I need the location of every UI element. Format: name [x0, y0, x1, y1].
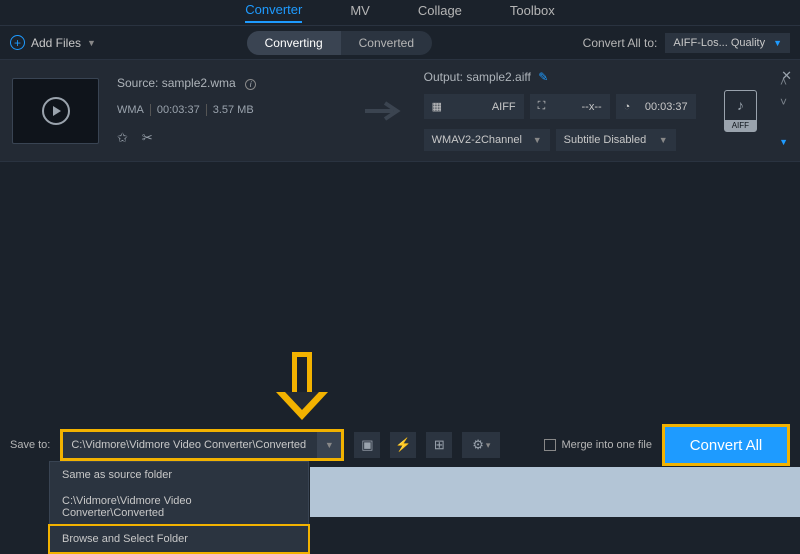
hardware-button[interactable]: ⊞ [426, 432, 452, 458]
music-note-icon: ♪ [737, 97, 744, 113]
output-column: Output: sample2.aiff ✎ ▦AIFF ⛶--x-- ◔00:… [424, 70, 696, 151]
checkbox-icon [544, 439, 556, 451]
output-format: AIFF [492, 101, 516, 113]
format-badge[interactable]: ♪ AIFF [724, 90, 757, 132]
close-icon[interactable]: ✕ [781, 68, 792, 84]
menu-path[interactable]: C:\Vidmore\Vidmore Video Converter\Conve… [50, 488, 308, 526]
output-format-chip[interactable]: ▦AIFF [424, 94, 524, 119]
output-duration-chip[interactable]: ◔00:03:37 [616, 94, 696, 119]
caret-down-icon: ▼ [773, 38, 782, 48]
bottom-row: Save to: C:\Vidmore\Vidmore Video Conver… [0, 425, 800, 465]
tab-toolbox[interactable]: Toolbox [510, 3, 555, 22]
output-chips: ▦AIFF ⛶--x-- ◔00:03:37 [424, 94, 696, 119]
audio-select[interactable]: WMAV2-2Channel ▼ [424, 129, 550, 151]
segment-converted[interactable]: Converted [341, 31, 432, 55]
caret-down-icon: ▾ [486, 440, 491, 451]
caret-down-icon: ▼ [87, 38, 96, 48]
source-line: Source: sample2.wma i [117, 76, 347, 90]
caret-down-icon: ▼ [325, 440, 334, 450]
info-icon[interactable]: i [245, 79, 256, 90]
background-strip [310, 467, 800, 517]
source-filename: sample2.wma [162, 76, 236, 90]
saveto-dropdown[interactable]: C:\Vidmore\Vidmore Video Converter\Conve… [63, 432, 317, 458]
saveto-highlight: C:\Vidmore\Vidmore Video Converter\Conve… [60, 429, 344, 461]
tab-mv[interactable]: MV [350, 3, 370, 22]
source-tools: ✩ ✂ [117, 130, 347, 146]
output-dimensions-chip[interactable]: ⛶--x-- [530, 94, 610, 119]
caret-down-icon: ▼ [659, 135, 668, 145]
source-duration: 00:03:37 [151, 104, 207, 116]
top-toolbar: + Add Files ▼ Converting Converted Conve… [0, 26, 800, 60]
convert-all-to-label: Convert All to: [583, 36, 658, 50]
star-icon[interactable]: ✩ [117, 130, 128, 146]
tab-collage[interactable]: Collage [418, 3, 462, 22]
add-files-button[interactable]: + Add Files ▼ [10, 35, 96, 50]
status-segment: Converting Converted [247, 31, 432, 55]
convert-all-to-value: AIFF-Los... Quality [673, 37, 765, 49]
saveto-menu: Same as source folder C:\Vidmore\Vidmore… [49, 461, 309, 553]
merge-checkbox[interactable]: Merge into one file [544, 439, 653, 451]
menu-browse[interactable]: Browse and Select Folder [48, 524, 310, 554]
convert-all-to: Convert All to: AIFF-Los... Quality ▼ [583, 33, 790, 53]
saveto-label: Save to: [10, 439, 50, 451]
settings-button[interactable]: ⚙▾ [462, 432, 500, 458]
thumbnail[interactable] [12, 78, 99, 144]
audio-select-value: WMAV2-2Channel [432, 134, 522, 146]
chevron-down-icon[interactable]: ˅ [780, 95, 787, 109]
source-column: Source: sample2.wma i WMA00:03:373.57 MB… [117, 76, 347, 146]
output-line: Output: sample2.aiff ✎ [424, 70, 696, 84]
output-selects: WMAV2-2Channel ▼ Subtitle Disabled ▼ [424, 129, 696, 151]
convert-all-button[interactable]: Convert All [665, 427, 787, 463]
convert-all-highlight: Convert All [662, 424, 790, 466]
annotation-arrow [276, 352, 328, 424]
format-badge-label: AIFF [725, 120, 756, 131]
subtitle-select[interactable]: Subtitle Disabled ▼ [556, 129, 676, 151]
convert-all-to-dropdown[interactable]: AIFF-Los... Quality ▼ [665, 33, 790, 53]
merge-label: Merge into one file [562, 439, 653, 451]
play-icon [42, 97, 70, 125]
arrow-right-icon [365, 100, 406, 122]
caret-down-icon: ▼ [533, 135, 542, 145]
source-size: 3.57 MB [207, 104, 260, 116]
output-duration: 00:03:37 [645, 101, 688, 113]
main-tabs: Converter MV Collage Toolbox [0, 0, 800, 26]
edit-icon[interactable]: ✎ [538, 70, 548, 84]
source-format: WMA [117, 104, 151, 116]
saveto-caret[interactable]: ▼ [317, 432, 341, 458]
output-dimensions: --x-- [582, 101, 602, 113]
saveto-path: C:\Vidmore\Vidmore Video Converter\Conve… [71, 439, 306, 451]
source-label: Source: [117, 76, 158, 90]
subtitle-select-value: Subtitle Disabled [564, 134, 647, 146]
format-caret-icon[interactable]: ▼ [779, 137, 788, 147]
speed-button[interactable]: ⚡ [390, 432, 416, 458]
tab-converter[interactable]: Converter [245, 2, 302, 23]
source-meta: WMA00:03:373.57 MB [117, 104, 347, 116]
cut-icon[interactable]: ✂ [142, 130, 153, 146]
add-files-label: Add Files [31, 36, 81, 50]
output-filename: sample2.aiff [466, 70, 530, 84]
side-controls: ˄ ˅ ▼ [779, 75, 788, 147]
open-folder-button[interactable]: ▣ [354, 432, 380, 458]
file-item: ✕ Source: sample2.wma i WMA00:03:373.57 … [0, 60, 800, 162]
output-label: Output: [424, 70, 463, 84]
plus-icon: + [10, 35, 25, 50]
menu-same-source[interactable]: Same as source folder [50, 462, 308, 488]
segment-converting[interactable]: Converting [247, 31, 341, 55]
